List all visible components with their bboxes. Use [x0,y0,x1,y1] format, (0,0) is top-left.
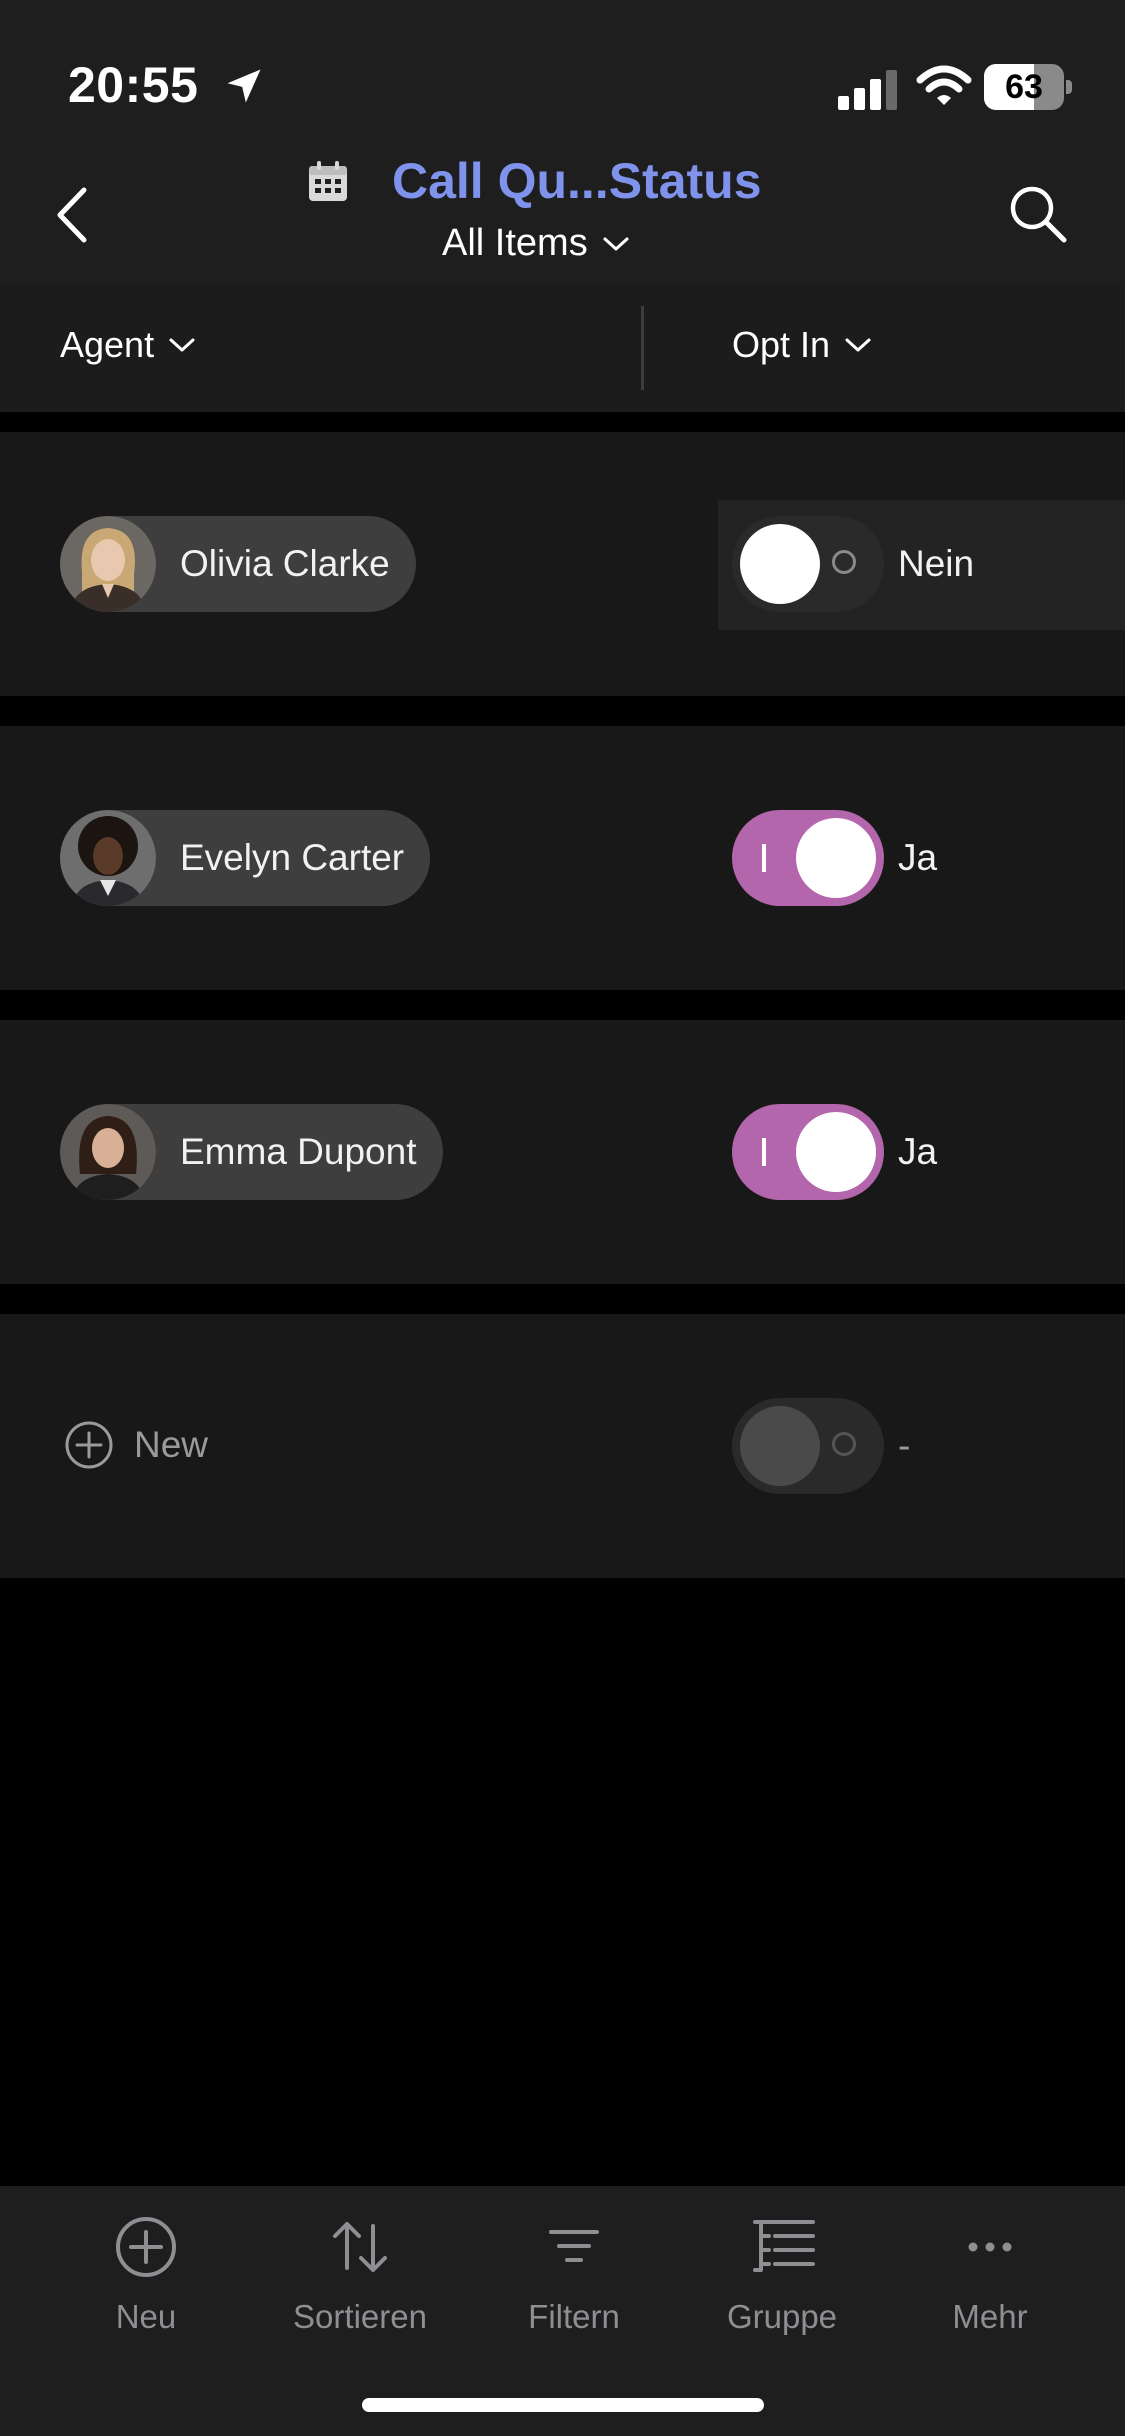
avatar [60,810,156,906]
toggle-knob [796,818,876,898]
page-title[interactable]: Call Qu...Status [392,152,762,210]
toolbar-filter-button[interactable]: Filtern [484,2212,664,2336]
group-list-icon [753,2220,815,2272]
view-label: All Items [442,222,588,264]
chevron-down-icon [603,237,629,250]
plus-circle-icon [116,2217,176,2277]
toolbar-group-label: Gruppe [726,2298,838,2335]
status-time: 20:55 [68,57,199,113]
bottom-toolbar: Neu Sortieren Filtern Gruppe Mehr [0,2186,1125,2436]
column-divider[interactable] [641,306,644,390]
column-agent-label: Agent [60,324,155,365]
toolbar-sort-label: Sortieren [293,2298,427,2335]
plus-circle-icon [65,1421,113,1469]
home-indicator[interactable] [362,2398,764,2412]
person-name: Emma Dupont [180,1131,417,1172]
on-indicator-icon [762,1138,766,1166]
person-chip[interactable]: Olivia Clarke [60,516,416,612]
back-chevron-icon[interactable] [52,186,92,244]
new-item-button[interactable]: New [64,1420,208,1470]
battery-icon: 63 [984,64,1072,110]
opt-in-toggle[interactable] [732,810,884,906]
avatar [60,1104,156,1200]
opt-in-toggle[interactable] [732,1104,884,1200]
toolbar-new-button[interactable]: Neu [56,2212,236,2336]
off-indicator-icon [832,550,856,574]
opt-in-value: Ja [898,837,938,878]
more-dots-icon [968,2242,1012,2252]
signal-icon [838,70,897,110]
calendar-icon [309,161,347,201]
toolbar-more-label: Mehr [952,2298,1028,2335]
toolbar-group-button[interactable]: Gruppe [692,2212,872,2336]
filter-icon [549,2230,599,2262]
column-opt-in-label: Opt In [732,324,831,365]
on-indicator-icon [762,844,766,872]
search-icon[interactable] [1008,184,1068,244]
column-agent[interactable]: Agent [60,324,196,366]
chevron-down-icon [169,338,195,352]
toggle-knob [796,1112,876,1192]
battery-level: 63 [1005,68,1043,106]
person-chip[interactable]: Emma Dupont [60,1104,443,1200]
person-name: Evelyn Carter [180,837,405,878]
opt-in-value: - [898,1425,911,1466]
opt-in-value: Ja [898,1131,938,1172]
toolbar-filter-label: Filtern [528,2298,620,2335]
chevron-down-icon [845,338,871,352]
new-item-label: New [134,1424,209,1465]
column-header: Agent Opt In [0,282,1125,412]
location-arrow-icon [227,69,261,103]
list-item[interactable]: Evelyn Carter Ja [0,726,1125,990]
off-indicator-icon [832,1432,856,1456]
view-selector[interactable]: All Items [442,222,630,265]
toggle-knob [740,1406,820,1486]
opt-in-toggle[interactable] [732,516,884,612]
toolbar-new-label: Neu [115,2298,177,2335]
wifi-icon [916,65,972,105]
new-item-row[interactable]: New - [0,1314,1125,1578]
toolbar-sort-button[interactable]: Sortieren [270,2212,450,2336]
avatar [60,516,156,612]
toggle-knob [740,524,820,604]
list-item[interactable]: Olivia Clarke Nein [0,432,1125,696]
opt-in-value: Nein [898,543,975,584]
person-name: Olivia Clarke [180,543,390,584]
person-chip[interactable]: Evelyn Carter [60,810,431,906]
column-opt-in[interactable]: Opt In [732,324,872,366]
opt-in-toggle [732,1398,884,1494]
top-bar: 20:55 63 Call Qu...Status All Items [0,0,1125,282]
sort-arrows-icon [333,2222,387,2272]
list-item[interactable]: Emma Dupont Ja [0,1020,1125,1284]
toolbar-more-button[interactable]: Mehr [900,2212,1080,2336]
